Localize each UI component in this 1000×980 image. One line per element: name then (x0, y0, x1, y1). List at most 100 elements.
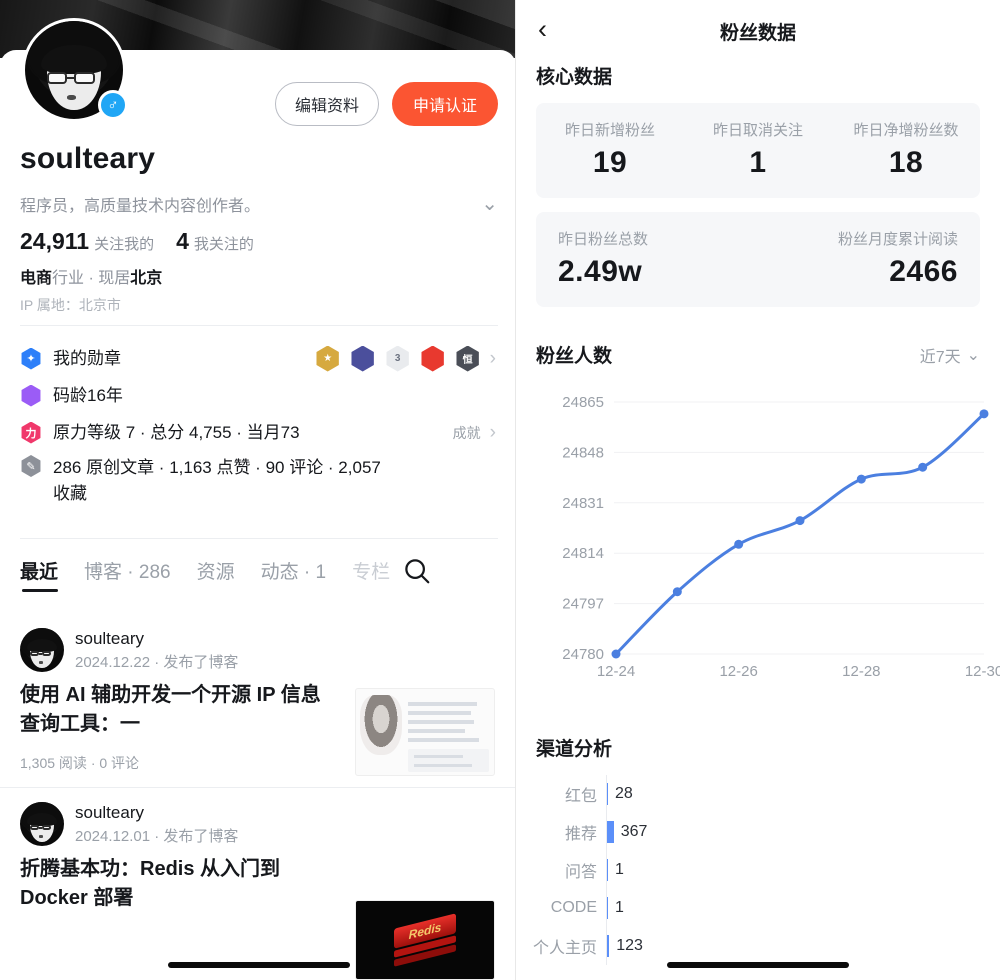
profile-info-row[interactable]: 码龄16年 (0, 377, 515, 414)
chart-data-point[interactable] (856, 474, 866, 484)
metric-new-fans: 昨日新增粉丝 19 (564, 122, 655, 179)
male-icon: ♂ (98, 90, 128, 120)
profile-info-row[interactable]: 力原力等级 7 · 总分 4,755 · 当月73 成就 › (0, 414, 515, 451)
coder-age-icon (20, 384, 42, 407)
search-icon[interactable] (402, 556, 432, 592)
post-date: 2024.12.22 · 发布了博客 (75, 653, 239, 671)
channel-bar-value: 1 (615, 861, 624, 878)
chart-data-point[interactable] (795, 516, 805, 526)
achievements-link[interactable]: 成就 (453, 423, 481, 443)
range-label: 近7天 (919, 348, 961, 366)
channel-bar-label: CODE (550, 899, 597, 916)
profile-card: ♂ 编辑资料 申请认证 soulteary 程序员，高质量技术内容创作者。 ⌄ … (0, 18, 515, 325)
y-axis-tick-label: 24865 (562, 394, 604, 411)
follow-stats: 24,911 关注我的 4 我关注的 (20, 228, 254, 255)
post-title[interactable]: 折腾基本功：Redis 从入门到 Docker 部署 (20, 855, 340, 913)
post-author: soulteary (75, 802, 144, 822)
tab-0[interactable]: 最近 (20, 557, 59, 592)
range-selector[interactable]: 近7天 ⌄ (920, 343, 980, 367)
following-stat[interactable]: 4 我关注的 (176, 228, 254, 255)
home-indicator (168, 962, 350, 968)
channel-bar-fill (607, 783, 608, 805)
edit-profile-button[interactable]: 编辑资料 (274, 82, 379, 126)
post-author: soulteary (75, 628, 144, 648)
nav-bar: ‹ 粉丝数据 (516, 0, 1000, 62)
medal-icon: ✦ (20, 347, 42, 370)
rainbow-3-medal[interactable]: 3 (386, 345, 409, 372)
post-thumbnail[interactable] (355, 688, 495, 776)
metric-total-fans: 昨日粉丝总数 2.49w (558, 231, 649, 288)
channel-bar-fill (607, 935, 610, 957)
channel-bar-row: 问答 1 (516, 851, 1000, 889)
profile-info-row-right: 成就 › (453, 423, 496, 443)
chart-line (614, 412, 986, 656)
channel-bar-value: 1 (615, 899, 624, 916)
channel-bar-fill (607, 859, 608, 881)
profile-info-row[interactable]: ✦ 我的勋章 ★ 3 恒 › (0, 340, 515, 377)
channel-analysis-title: 渠道分析 (536, 739, 613, 760)
chart-data-point[interactable] (918, 462, 928, 472)
post-header: soulteary 2024.12.01 · 发布了博客 (20, 802, 496, 846)
chart-data-point[interactable] (672, 587, 682, 597)
post-title[interactable]: 使用 AI 辅助开发一个开源 IP 信息查询工具：一 (20, 681, 340, 739)
channel-bar-value: 123 (616, 937, 643, 954)
metric-net-fans: 昨日净增粉丝数 18 (853, 122, 959, 179)
industry-location: 电商行业 · 现居北京 (20, 270, 163, 287)
content-tabs: 最近 博客 · 286 资源 动态 · 1 专栏 (0, 556, 515, 592)
avatar[interactable] (20, 628, 64, 672)
article-icon: ✎ (20, 455, 42, 477)
force-level-icon: 力 (20, 421, 42, 444)
ip-location: IP 属地：北京市 (20, 297, 121, 313)
bio-row: 程序员，高质量技术内容创作者。 ⌄ (20, 192, 498, 216)
avatar[interactable] (20, 802, 64, 846)
profile-info-row-label: 原力等级 7 · 总分 4,755 · 当月73 (53, 422, 300, 442)
followers-stat[interactable]: 24,911 关注我的 (20, 228, 154, 255)
channel-bar-chart: 红包 28 推荐 367 问答 1 CODE 1 个人主页 123 (516, 775, 1000, 965)
chevron-right-icon[interactable]: › (490, 423, 496, 442)
blue-hexagon-medal[interactable] (351, 345, 374, 372)
page-title: soulteary (20, 142, 156, 175)
channel-bar-label: 个人主页 (532, 940, 597, 957)
medal-list[interactable]: ★ 3 恒 (315, 345, 481, 372)
tab-4[interactable]: 专栏 (352, 557, 390, 592)
chevron-right-icon[interactable]: › (490, 349, 496, 368)
tab-2[interactable]: 资源 (197, 557, 235, 592)
x-axis-tick-label: 12-30 (965, 663, 1000, 680)
post-header: soulteary 2024.12.22 · 发布了博客 (20, 628, 496, 672)
chart-data-point[interactable] (611, 649, 621, 659)
chart-data-point[interactable] (734, 539, 744, 549)
profile-info-row-label: 我的勋章 (53, 348, 121, 368)
post-date: 2024.12.01 · 发布了博客 (75, 827, 239, 845)
avatar[interactable]: ♂ (22, 18, 128, 122)
y-axis-tick-label: 24831 (562, 495, 604, 512)
channel-bar-row: 红包 28 (516, 775, 1000, 813)
y-axis-tick-label: 24848 (562, 444, 604, 461)
red-flame-medal[interactable] (421, 345, 444, 372)
chart-data-point[interactable] (979, 409, 989, 419)
tab-1[interactable]: 博客 · 286 (84, 557, 171, 592)
divider (20, 538, 498, 539)
channel-bar-row: 个人主页 123 (516, 927, 1000, 965)
metric-monthly-reads: 粉丝月度累计阅读 2466 (837, 231, 958, 288)
channel-bar-label: 问答 (564, 864, 597, 881)
channel-bar-fill (607, 821, 614, 843)
post-thumbnail[interactable]: Redis (355, 900, 495, 980)
x-axis-tick-label: 12-24 (597, 663, 635, 680)
nav-title: 粉丝数据 (719, 23, 796, 44)
profile-info-row-right: ★ 3 恒 › (315, 345, 496, 372)
channel-bar-label: 推荐 (564, 826, 597, 843)
profile-info-row[interactable]: ✎ 286 原创文章 · 1,163 点赞 · 90 评论 · 2,057 收藏 (0, 451, 515, 506)
dark-book-medal[interactable]: 恒 (456, 345, 479, 372)
core-data-title: 核心数据 (536, 67, 613, 88)
profile-info-row-label: 286 原创文章 · 1,163 点赞 · 90 评论 · 2,057 收藏 (53, 458, 381, 503)
y-axis-tick-label: 24814 (562, 545, 604, 562)
chevron-down-icon: ⌄ (966, 346, 980, 364)
list-item[interactable]: soulteary 2024.12.01 · 发布了博客 折腾基本功：Redis… (0, 788, 515, 913)
apply-verification-button[interactable]: 申请认证 (391, 82, 498, 126)
core-metrics-card-2: 昨日粉丝总数 2.49w 粉丝月度累计阅读 2466 (536, 212, 980, 307)
profile-info-rows: ✦ 我的勋章 ★ 3 恒 › 码龄16年力原力等级 7 · 总分 4,755 · 当月73 成… (0, 340, 515, 506)
x-axis-tick-label: 12-28 (842, 663, 880, 680)
tab-3[interactable]: 动态 · 1 (261, 557, 326, 592)
gold-star-medal[interactable]: ★ (316, 345, 339, 372)
chevron-down-icon[interactable]: ⌄ (481, 194, 498, 214)
